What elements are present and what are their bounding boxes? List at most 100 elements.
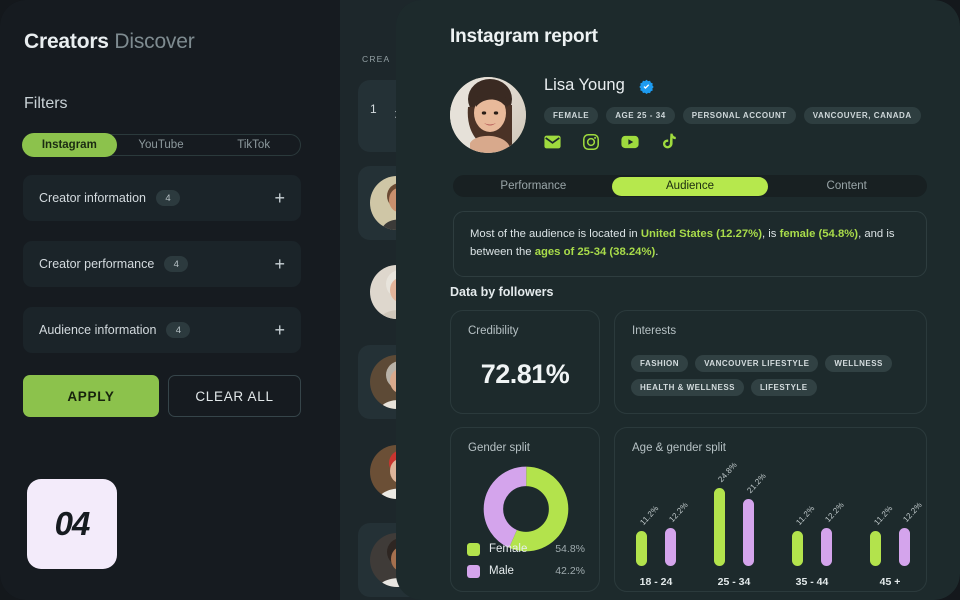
youtube-icon[interactable] bbox=[621, 135, 639, 149]
bar-column-female: 24.8% bbox=[714, 460, 739, 566]
page-title-muted: Discover bbox=[114, 30, 195, 53]
gender-split-legend: Female 54.8% Male 42.2% bbox=[467, 538, 585, 582]
bar-column-female: 11.2% bbox=[792, 504, 816, 566]
status-badge: AGE 25 - 34 bbox=[606, 107, 675, 124]
tiktok-icon[interactable] bbox=[661, 133, 676, 150]
bar-male bbox=[665, 527, 676, 566]
summary-part-2: , is bbox=[761, 228, 780, 240]
bar-column-male: 12.2% bbox=[821, 500, 846, 566]
email-icon[interactable] bbox=[544, 135, 561, 149]
interests-card: Interests FASHION VANCOUVER LIFESTYLE WE… bbox=[614, 310, 927, 414]
legend-label-male: Male bbox=[489, 565, 514, 577]
interest-tag: WELLNESS bbox=[825, 355, 892, 372]
app-stage: CREA 1 × bbox=[0, 0, 960, 600]
filter-section-count: 4 bbox=[156, 190, 180, 206]
report-title: Instagram report bbox=[450, 26, 598, 47]
tab-performance[interactable]: Performance bbox=[455, 177, 612, 196]
apply-button[interactable]: APPLY bbox=[23, 375, 159, 417]
interests-title: Interests bbox=[632, 325, 677, 337]
bar-value-label: 12.2% bbox=[823, 499, 846, 524]
age-group-bars: 11.2% 12.2% bbox=[851, 480, 929, 566]
bar-value-label: 12.2% bbox=[667, 499, 690, 524]
interest-tag: VANCOUVER LIFESTYLE bbox=[695, 355, 819, 372]
bar-female bbox=[714, 487, 725, 566]
interest-tags: FASHION VANCOUVER LIFESTYLE WELLNESS HEA… bbox=[631, 355, 916, 396]
bar-male bbox=[899, 527, 910, 566]
summary-part-4: . bbox=[655, 245, 659, 258]
summary-highlight-gender: female (54.8%) bbox=[779, 228, 859, 240]
bar-value-label: 11.2% bbox=[638, 503, 661, 527]
age-group-bars: 11.2% 12.2% bbox=[617, 480, 695, 566]
credibility-value: 72.81% bbox=[480, 359, 570, 389]
bar-value-label: 11.2% bbox=[794, 503, 817, 527]
status-badge: PERSONAL ACCOUNT bbox=[682, 107, 796, 124]
bar-value-label: 21.2% bbox=[745, 471, 768, 496]
status-badge: FEMALE bbox=[544, 107, 599, 124]
platform-tab-instagram[interactable]: Instagram bbox=[23, 134, 116, 156]
filter-section-count: 4 bbox=[164, 256, 189, 272]
bar-column-female: 11.2% bbox=[870, 504, 894, 566]
filter-section-creator-information[interactable]: Creator information 4 + bbox=[23, 175, 301, 221]
bar-column-female: 11.2% bbox=[636, 504, 660, 566]
summary-highlight-age: ages of 25-34 (38.24%) bbox=[534, 245, 656, 258]
report-panel: Instagram report Lisa Young FEMALE AGE 2… bbox=[396, 0, 960, 600]
section-heading-data-by-followers: Data by followers bbox=[450, 285, 554, 299]
age-axis-label: 25 - 34 bbox=[717, 576, 751, 588]
credibility-card: Credibility 72.81% bbox=[450, 310, 600, 414]
credibility-title: Credibility bbox=[468, 325, 519, 337]
avatar bbox=[450, 77, 526, 153]
age-group-25-34: 24.8% 21.2% 25 - 34 bbox=[695, 460, 773, 590]
creators-list-title: CREA bbox=[362, 54, 391, 64]
audience-summary-box: Most of the audience is located in Unite… bbox=[453, 211, 927, 277]
filter-section-creator-performance[interactable]: Creator performance 4 + bbox=[23, 241, 301, 287]
bar-value-label: 24.8% bbox=[716, 460, 739, 484]
gender-split-card: Gender split Female 54.8% Male 42.2% bbox=[450, 427, 600, 592]
filter-section-label: Creator performance bbox=[39, 257, 155, 271]
plus-icon[interactable]: + bbox=[274, 255, 285, 273]
clear-all-button[interactable]: CLEAR ALL bbox=[168, 375, 301, 417]
bar-column-male: 12.2% bbox=[665, 500, 690, 566]
gender-split-title: Gender split bbox=[468, 442, 531, 454]
page-title: Creators Discover bbox=[24, 30, 195, 54]
age-gender-split-card: Age & gender split 11.2% 12.2% 18 - 24 24.8… bbox=[614, 427, 927, 592]
age-group-45+: 11.2% 12.2% 45 + bbox=[851, 462, 929, 590]
platform-tab-youtube[interactable]: YouTube bbox=[115, 134, 208, 156]
profile-name: Lisa Young bbox=[544, 76, 625, 94]
audience-summary-text: Most of the audience is located in Unite… bbox=[470, 226, 910, 261]
tab-audience[interactable]: Audience bbox=[611, 176, 769, 196]
social-icons bbox=[544, 133, 676, 150]
filter-section-label: Creator information bbox=[39, 191, 146, 205]
age-axis-label: 45 + bbox=[879, 576, 901, 588]
legend-item-male: Male 42.2% bbox=[467, 560, 585, 582]
bar-male bbox=[821, 527, 832, 566]
bar-column-male: 21.2% bbox=[743, 472, 768, 566]
bar-female bbox=[870, 530, 881, 566]
interest-tag: HEALTH & WELLNESS bbox=[631, 379, 745, 396]
plus-icon[interactable]: + bbox=[274, 321, 285, 339]
age-group-bars: 24.8% 21.2% bbox=[695, 460, 773, 566]
legend-value-female: 54.8% bbox=[555, 543, 585, 555]
bar-value-label: 11.2% bbox=[872, 503, 895, 527]
bar-female bbox=[636, 530, 647, 566]
age-group-18-24: 11.2% 12.2% 18 - 24 bbox=[617, 462, 695, 590]
plus-icon[interactable]: + bbox=[274, 189, 285, 207]
filters-heading: Filters bbox=[24, 95, 68, 112]
age-group-bars: 11.2% 12.2% bbox=[773, 480, 851, 566]
legend-swatch-male bbox=[467, 564, 480, 578]
profile-tags: FEMALE AGE 25 - 34 PERSONAL ACCOUNT VANC… bbox=[544, 107, 921, 124]
interest-tag: LIFESTYLE bbox=[751, 379, 817, 396]
page-title-strong: Creators bbox=[24, 30, 109, 53]
bar-male bbox=[743, 499, 754, 566]
platform-tab-tiktok[interactable]: TikTok bbox=[207, 134, 300, 156]
verified-badge-icon bbox=[639, 79, 654, 94]
instagram-icon[interactable] bbox=[583, 133, 599, 150]
filter-section-audience-information[interactable]: Audience information 4 + bbox=[23, 307, 301, 353]
age-gender-bar-chart: 11.2% 12.2% 18 - 24 24.8% 21.2% 25 - 34 11.2% 1… bbox=[615, 460, 929, 590]
filter-section-label: Audience information bbox=[39, 323, 157, 337]
tab-content[interactable]: Content bbox=[768, 177, 925, 196]
status-badge: VANCOUVER, CANADA bbox=[803, 107, 921, 124]
interest-tag: FASHION bbox=[631, 355, 689, 372]
age-axis-label: 18 - 24 bbox=[639, 576, 673, 588]
legend-swatch-female bbox=[467, 542, 480, 556]
filter-section-count: 4 bbox=[166, 322, 191, 338]
